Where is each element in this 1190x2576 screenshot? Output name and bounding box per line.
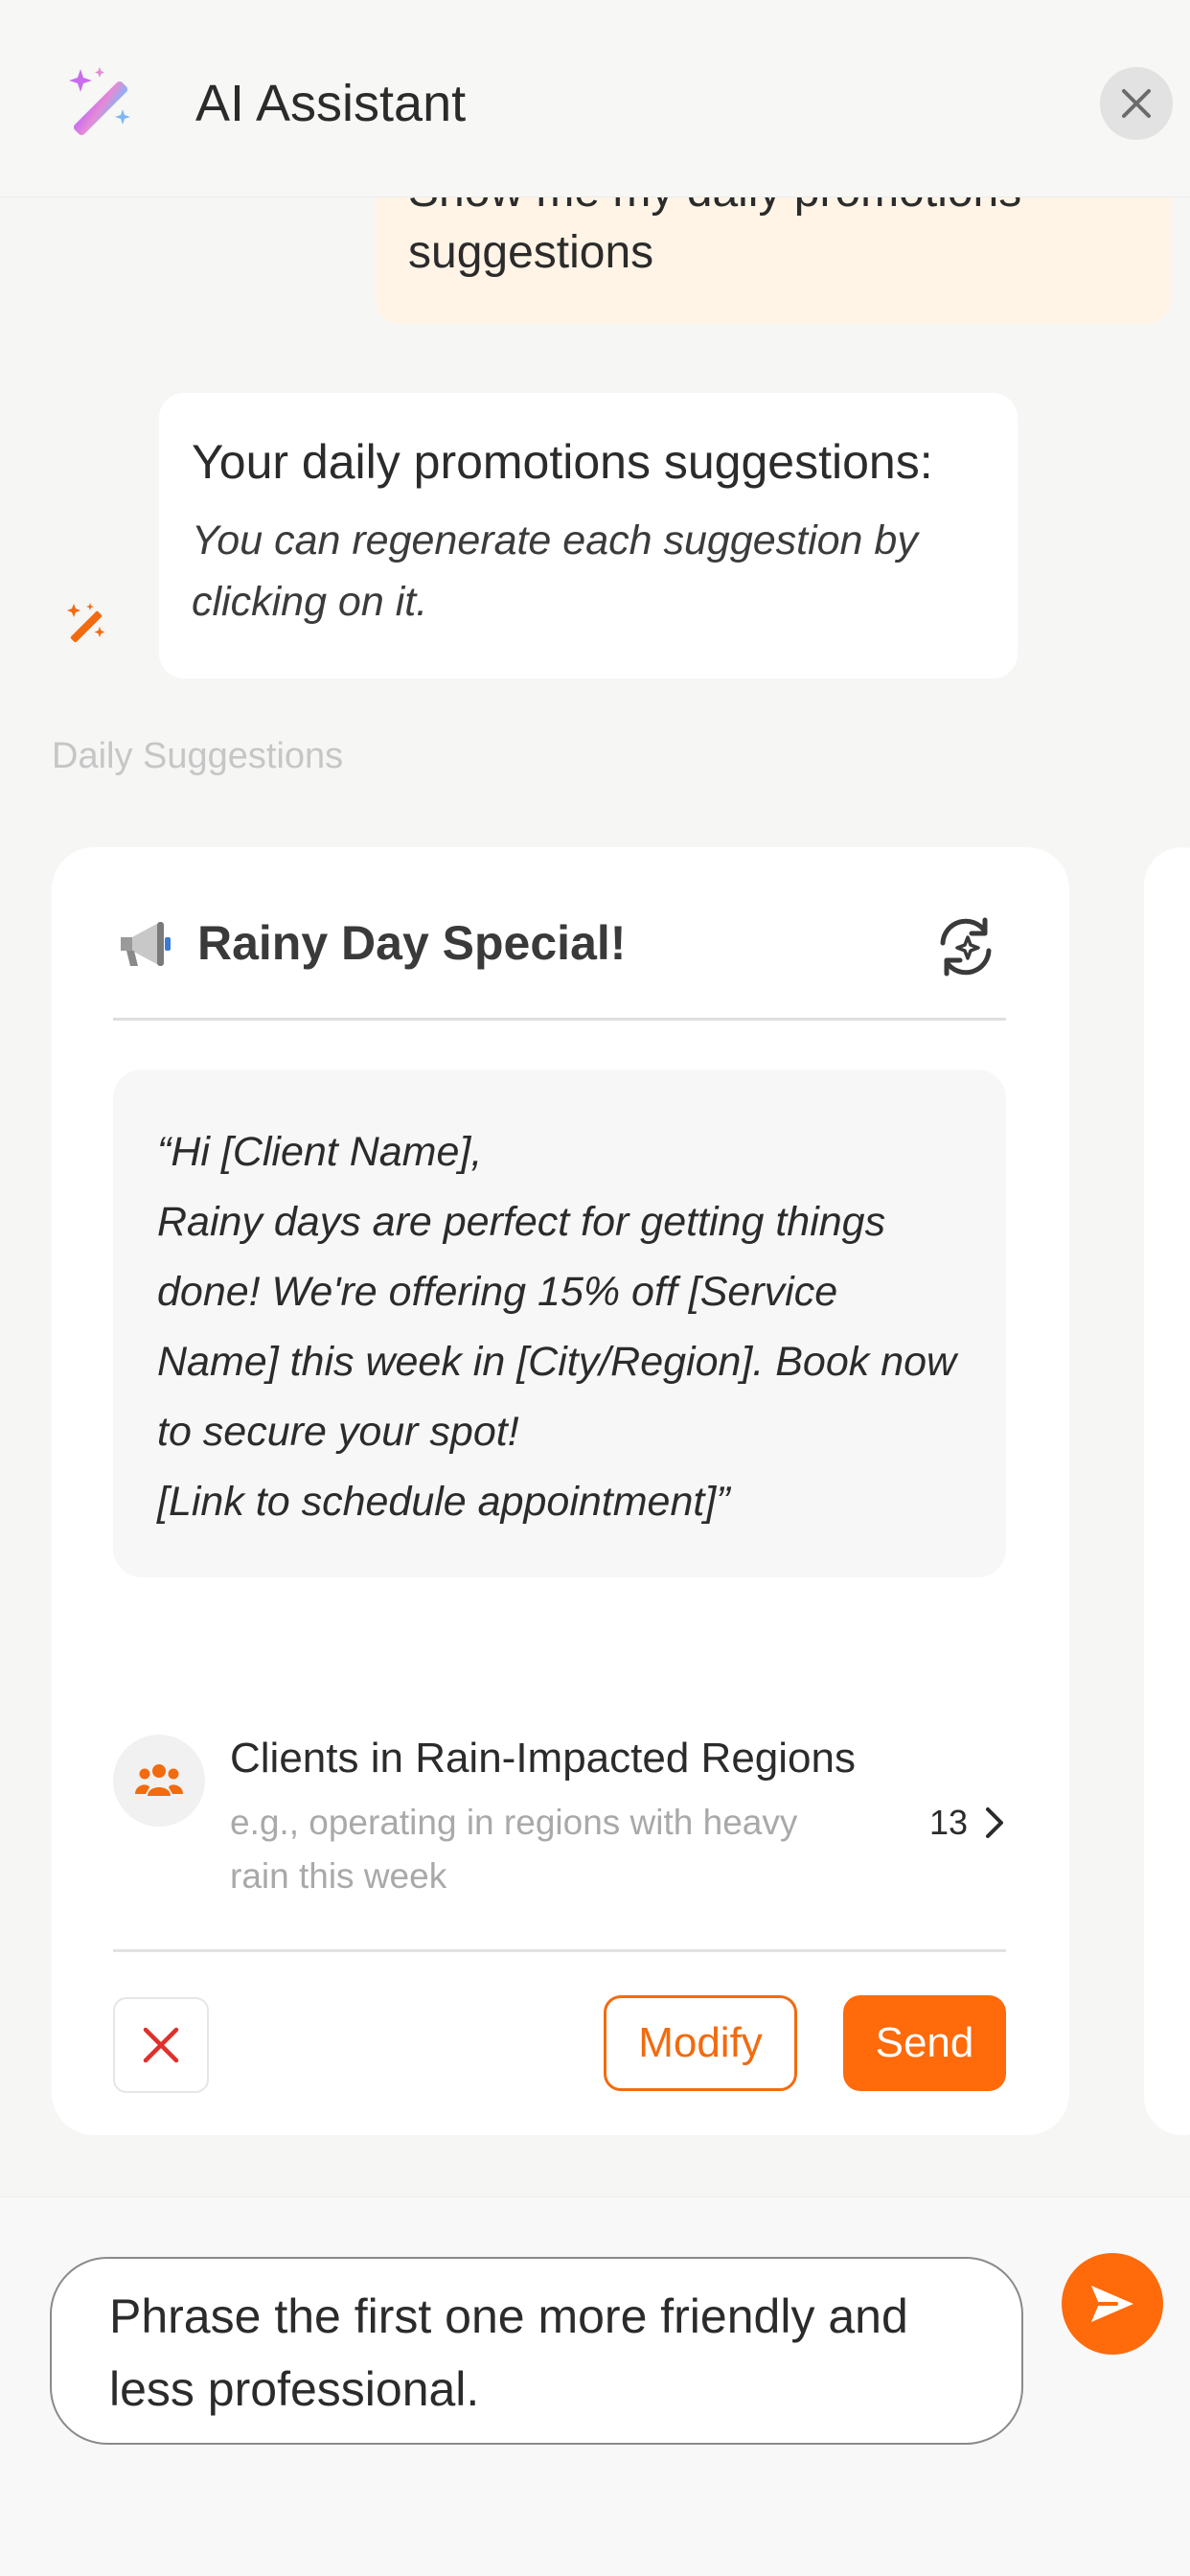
- dismiss-button[interactable]: [113, 1997, 209, 2093]
- audience-title[interactable]: Clients in Rain-Impacted Regions: [230, 1731, 856, 1786]
- close-icon: [1122, 89, 1151, 118]
- message-line: Name] this week in [City/Region]. Book n…: [157, 1339, 957, 1385]
- next-suggestion-card[interactable]: [1144, 847, 1190, 2135]
- regenerate-icon[interactable]: [929, 910, 1002, 983]
- suggestion-card[interactable]: Rainy Day Special! “Hi [Client Name], Ra…: [52, 847, 1069, 2135]
- assistant-message-bubble: Your daily promotions suggestions: You c…: [159, 393, 1018, 678]
- section-label: Daily Suggestions: [52, 736, 344, 776]
- send-message-button[interactable]: [1062, 2253, 1163, 2355]
- message-line: Rainy days are perfect for getting thing…: [157, 1199, 886, 1245]
- close-icon: [143, 2027, 179, 2063]
- suggestion-message: “Hi [Client Name], Rainy days are perfec…: [113, 1070, 1006, 1577]
- modify-button[interactable]: Modify: [604, 1995, 797, 2091]
- assistant-message-subtext: You can regenerate each suggestion by cl…: [192, 518, 918, 625]
- assistant-wand-icon: [67, 603, 105, 643]
- app-header: AI Assistant: [0, 0, 1190, 197]
- audience-description: e.g., operating in regions with heavy ra…: [230, 1803, 798, 1896]
- chevron-right-icon[interactable]: [983, 1806, 1006, 1840]
- page-title: AI Assistant: [195, 75, 467, 132]
- send-button[interactable]: Send: [843, 1995, 1006, 2091]
- close-button[interactable]: [1100, 67, 1173, 140]
- card-divider: [113, 1018, 1006, 1021]
- audience-count[interactable]: 13: [929, 1800, 968, 1846]
- message-line: [Link to schedule appointment]”: [157, 1479, 730, 1525]
- message-input[interactable]: Phrase the first one more friendly and l…: [50, 2257, 1023, 2445]
- magic-wand-icon: [69, 67, 130, 136]
- message-line: done! We're offering 15% off [Service: [157, 1269, 838, 1315]
- message-line: “Hi [Client Name],: [157, 1129, 483, 1175]
- suggestion-title: Rainy Day Special!: [197, 916, 627, 970]
- composer-bar: Phrase the first one more friendly and l…: [0, 2196, 1190, 2576]
- users-icon: [135, 1764, 183, 1796]
- audience-avatar: [113, 1735, 205, 1827]
- assistant-message-heading: Your daily promotions suggestions:: [192, 435, 933, 489]
- message-line: to secure your spot!: [157, 1409, 519, 1455]
- send-icon: [1091, 2286, 1133, 2322]
- card-divider: [113, 1949, 1006, 1952]
- megaphone-icon: [121, 922, 171, 966]
- user-message-text: suggestions: [408, 227, 654, 278]
